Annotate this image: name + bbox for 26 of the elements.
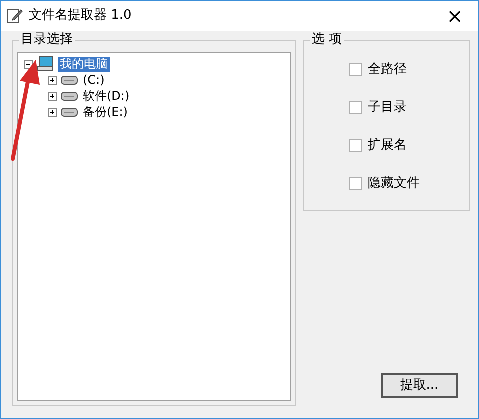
close-button[interactable]: × [432, 1, 478, 31]
expand-icon[interactable] [47, 74, 58, 86]
expand-icon[interactable] [47, 90, 58, 102]
group-title: 目录选择 [19, 32, 75, 48]
tree-item[interactable]: 备份(E:) [81, 104, 130, 120]
collapse-icon[interactable] [23, 58, 34, 70]
tree-item[interactable]: 我的电脑 [58, 56, 110, 72]
tree-item[interactable]: (C:) [81, 72, 107, 88]
checkbox-label: 全路径 [368, 60, 407, 79]
drive-icon [61, 76, 78, 84]
checkbox[interactable] [349, 177, 362, 190]
drive-icon [61, 92, 78, 100]
checkbox-label: 子目录 [368, 98, 407, 117]
notepad-icon [7, 8, 23, 24]
tree-item[interactable]: 软件(D:) [81, 88, 132, 104]
window-title: 文件名提取器 1.0 [29, 7, 132, 26]
group-title: 选 项 [310, 32, 344, 48]
checkbox[interactable] [349, 139, 362, 152]
drive-icon [61, 108, 78, 116]
checkbox-label: 扩展名 [368, 136, 407, 155]
checkbox[interactable] [349, 63, 362, 76]
checkbox[interactable] [349, 101, 362, 114]
extract-button[interactable]: 提取... [381, 373, 458, 398]
computer-icon [37, 56, 55, 72]
expand-icon[interactable] [47, 106, 58, 118]
checkbox-label: 隐藏文件 [368, 174, 420, 193]
